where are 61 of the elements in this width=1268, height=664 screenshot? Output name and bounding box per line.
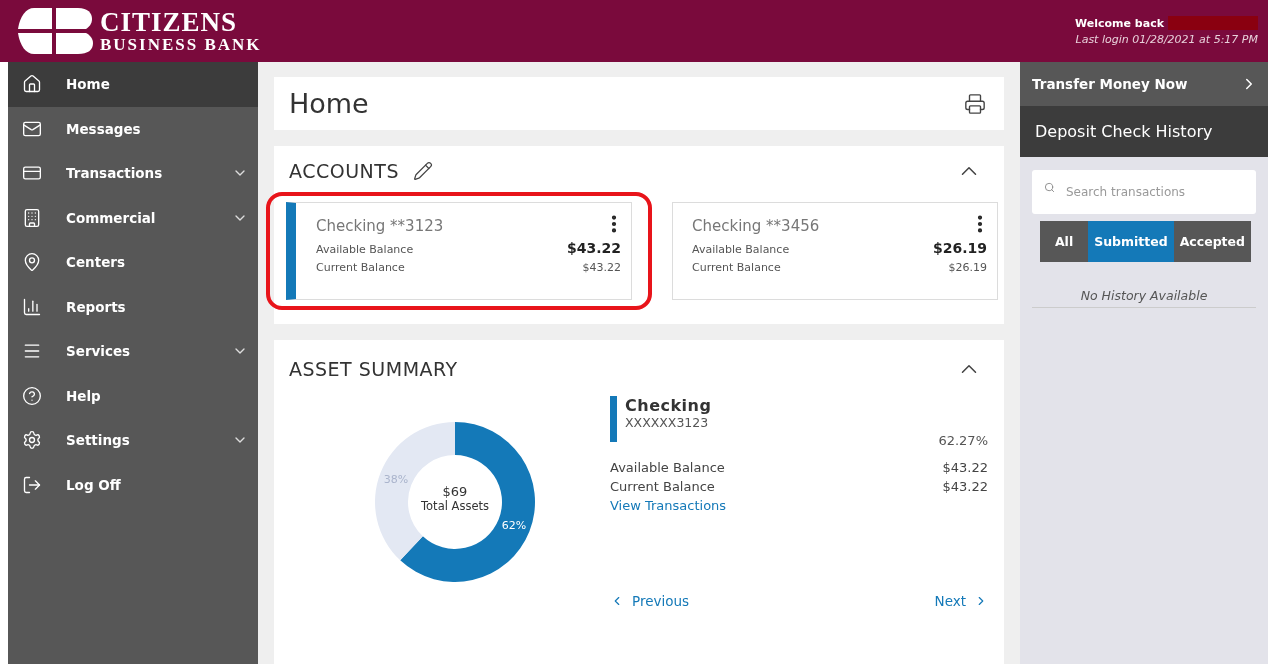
account-card[interactable]: Checking **3123 Available Balance $43.22 Current Balance $43.22 bbox=[286, 202, 632, 300]
balance-label: Current Balance bbox=[610, 478, 715, 496]
balance-amount: $43.22 bbox=[566, 239, 621, 257]
previous-link[interactable]: Previous bbox=[610, 593, 690, 609]
sidebar-item[interactable]: Services bbox=[8, 329, 258, 374]
slice-label: 62% bbox=[501, 519, 527, 533]
map-pin-icon bbox=[22, 252, 42, 273]
balance-label: Current Balance bbox=[316, 260, 405, 276]
transfer-money-button[interactable]: Transfer Money Now bbox=[1020, 62, 1268, 106]
help-icon bbox=[22, 385, 42, 406]
sidebar-item[interactable]: Home bbox=[8, 62, 258, 107]
building-icon bbox=[22, 207, 42, 228]
account-card[interactable]: Checking **3456 Available Balance $26.19 Current Balance $26.19 bbox=[672, 202, 998, 300]
empty-message: No History Available bbox=[1032, 288, 1256, 308]
balance-amount: $43.22 bbox=[942, 459, 988, 477]
account-name: Checking bbox=[625, 396, 712, 415]
balance-label: Available Balance bbox=[610, 459, 725, 477]
settings-icon bbox=[22, 430, 42, 451]
log-out-icon bbox=[22, 474, 42, 495]
next-link[interactable]: Next bbox=[934, 593, 988, 609]
bar-chart-icon bbox=[22, 296, 42, 317]
filter-tab[interactable]: Submitted bbox=[1088, 221, 1174, 262]
balance-amount: $43.22 bbox=[582, 260, 621, 276]
pencil-icon[interactable] bbox=[412, 161, 433, 181]
total-label: Total Assets bbox=[421, 499, 489, 513]
sidebar-item[interactable]: Messages bbox=[8, 106, 258, 151]
sidebar-item[interactable]: Reports bbox=[8, 284, 258, 329]
logo-text: CITIZENS bbox=[100, 9, 239, 36]
page-title: Home bbox=[289, 88, 369, 119]
account-name: Checking **3456 bbox=[692, 217, 820, 235]
sidebar-item[interactable]: Commercial bbox=[8, 195, 258, 240]
panel-title: Deposit Check History bbox=[1020, 106, 1268, 157]
print-icon[interactable] bbox=[964, 92, 986, 115]
sidebar-item[interactable]: Help bbox=[8, 373, 258, 418]
logo-text: BUSINESS BANK bbox=[100, 36, 262, 53]
balance-label: Current Balance bbox=[692, 260, 781, 276]
sidebar-item[interactable]: Log Off bbox=[8, 462, 258, 507]
filter-tab[interactable]: All bbox=[1040, 221, 1089, 262]
filter-tab[interactable]: Accepted bbox=[1173, 221, 1251, 262]
search-field[interactable]: Search transactions bbox=[1032, 170, 1256, 214]
account-color-bar bbox=[610, 396, 617, 442]
sidebar-item[interactable]: Centers bbox=[8, 240, 258, 285]
welcome-text: Welcome back bbox=[1075, 16, 1164, 30]
account-number: XXXXXX3123 bbox=[625, 415, 710, 430]
section-title: ACCOUNTS bbox=[289, 160, 399, 182]
section-title: ASSET SUMMARY bbox=[289, 358, 458, 380]
slice-label: 38% bbox=[383, 472, 409, 486]
share-percent: 62.27% bbox=[938, 433, 988, 448]
balance-amount: $26.19 bbox=[948, 260, 987, 276]
account-name: Checking **3123 bbox=[316, 217, 444, 235]
home-icon bbox=[22, 74, 42, 95]
total-value: $69 bbox=[442, 484, 468, 499]
view-transactions-link[interactable]: View Transactions bbox=[610, 496, 727, 515]
last-login-text: Last login 01/28/2021 at 5:17 PM bbox=[1075, 33, 1258, 46]
balance-amount: $26.19 bbox=[932, 239, 987, 257]
balance-label: Available Balance bbox=[692, 242, 790, 258]
balance-label: Available Balance bbox=[316, 242, 414, 258]
sidebar-item[interactable]: Settings bbox=[8, 418, 258, 463]
balance-amount: $43.22 bbox=[942, 478, 988, 496]
search-icon bbox=[1044, 182, 1055, 193]
sidebar-item[interactable]: Transactions bbox=[8, 151, 258, 196]
